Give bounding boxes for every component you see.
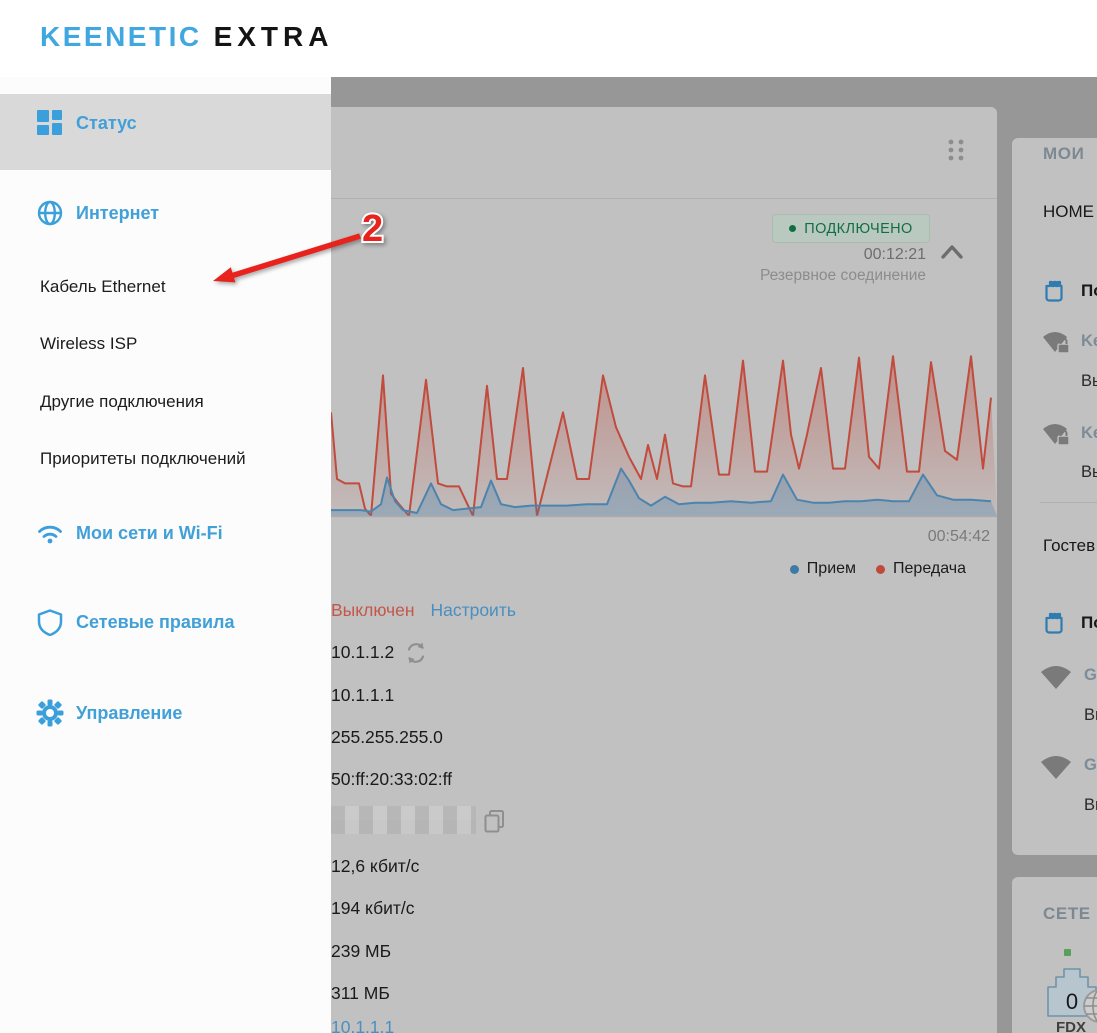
status-badge-label: ПОДКЛЮЧЕНО — [804, 220, 913, 237]
app-header: KEENETIC EXTRA — [0, 0, 1097, 77]
wifi-lock-icon — [1043, 332, 1070, 354]
gear-icon — [36, 699, 64, 727]
uptime-value: 00:12:21 — [863, 246, 926, 263]
home-wifi-ssid-2[interactable]: Ke — [1081, 424, 1097, 443]
home-wifi-ssid-1[interactable]: Ke — [1081, 332, 1097, 351]
ports-card-title: СЕТЕ — [1043, 904, 1091, 923]
mac-address-value: 50:ff:20:33:02:ff — [331, 769, 452, 789]
ethernet-plug-icon — [1045, 612, 1063, 634]
censored-value — [331, 806, 476, 834]
ipv6-status-value: Выключен — [331, 600, 415, 620]
guest-wifi-status-1: Вы — [1084, 706, 1097, 724]
brand-logo: KEENETIC EXTRA — [40, 21, 333, 53]
legend-item-rx: Прием — [789, 560, 857, 578]
legend-item-tx: Передача — [876, 560, 966, 578]
sidebar-item-label: Мои сети и Wi-Fi — [76, 522, 223, 543]
guest-network-name: Гостев — [1043, 536, 1096, 555]
legend-dot-tx-icon — [876, 564, 886, 574]
sidebar-item-label: Приоритеты подключений — [40, 449, 246, 468]
sidebar-item-ethernet-cable[interactable]: Кабель Ethernet — [0, 272, 331, 302]
sidebar-item-label: Другие подключения — [40, 392, 204, 411]
home-network-name: HOME — [1043, 202, 1094, 221]
brand-secondary: EXTRA — [213, 21, 334, 52]
home-wifi-status-1: Вы — [1081, 372, 1097, 390]
my-networks-card — [1012, 138, 1097, 855]
drag-handle-icon[interactable] — [946, 137, 968, 163]
guest-ports-label[interactable]: По — [1081, 613, 1097, 633]
legend-label-rx: Прием — [806, 560, 857, 577]
wifi-icon-solid — [1041, 756, 1071, 779]
chart-legend: Прием Передача — [700, 560, 966, 578]
transmitted-total-value: 311 МБ — [331, 983, 390, 1003]
connection-type-label: Резервное соединение — [760, 267, 926, 284]
guest-wifi-ssid-1[interactable]: Gu — [1084, 666, 1097, 685]
renew-ip-icon[interactable] — [403, 640, 429, 666]
sidebar-item-management[interactable]: Управление — [0, 698, 331, 728]
my-networks-title: МОИ — [1043, 144, 1085, 163]
status-badge: ПОДКЛЮЧЕНО — [772, 214, 930, 243]
router-admin-page: ПОДКЛЮЧЕНО 00:12:21 Резервное соединение… — [0, 0, 1097, 1033]
dns-server-link[interactable]: 10.1.1.1 — [331, 1017, 394, 1033]
guest-wifi-ssid-2[interactable]: Gu — [1084, 756, 1097, 775]
sidebar-item-label: Сетевые правила — [76, 611, 235, 632]
received-total-value: 239 МБ — [331, 941, 392, 961]
sidebar-item-network-rules[interactable]: Сетевые правила — [0, 607, 331, 637]
sidebar-item-internet[interactable]: Интернет — [0, 198, 331, 228]
sidebar-item-connection-priorities[interactable]: Приоритеты подключений — [0, 444, 331, 474]
tx-rate-value: 194 кбит/с — [331, 898, 415, 918]
guest-wifi-status-2: Вы — [1084, 796, 1097, 814]
sidebar-item-wireless-isp[interactable]: Wireless ISP — [0, 329, 331, 359]
brand-primary: KEENETIC — [40, 21, 202, 52]
dashboard-icon — [37, 110, 62, 135]
chart-time-label: 00:54:42 — [927, 528, 990, 545]
ipv6-configure-link[interactable]: Настроить — [430, 600, 516, 620]
wifi-lock-icon — [1043, 424, 1070, 446]
home-wifi-status-2: Вы — [1081, 463, 1097, 481]
rx-rate-value: 12,6 кбит/с — [331, 856, 420, 876]
sidebar-item-my-networks-wifi[interactable]: Мои сети и Wi-Fi — [0, 518, 331, 548]
wifi-icon-solid — [1041, 666, 1071, 689]
copy-icon[interactable] — [482, 808, 506, 834]
sidebar-item-label: Интернет — [76, 202, 160, 223]
home-ports-label[interactable]: По — [1081, 281, 1097, 301]
gateway-value: 10.1.1.1 — [331, 685, 395, 705]
globe-button-icon[interactable] — [1078, 984, 1097, 1030]
sidebar-item-label: Статус — [76, 112, 137, 133]
sidebar-item-label: Управление — [76, 702, 183, 723]
sidebar-item-other-connections[interactable]: Другие подключения — [0, 387, 331, 417]
ip-address-value: 10.1.1.2 — [331, 642, 395, 662]
sidebar-item-status[interactable]: Статус — [0, 108, 331, 138]
ipv6-row: Выключен Настроить — [331, 600, 516, 621]
subnet-mask-value: 255.255.255.0 — [331, 727, 443, 747]
ethernet-plug-icon — [1045, 280, 1063, 302]
collapse-chevron-up-icon[interactable] — [940, 243, 964, 261]
status-dot-icon — [789, 225, 797, 232]
traffic-chart — [331, 355, 997, 518]
networks-divider — [1040, 502, 1097, 503]
sidebar-item-label: Кабель Ethernet — [40, 277, 166, 296]
legend-dot-rx-icon — [789, 564, 799, 574]
sidebar-item-label: Wireless ISP — [40, 334, 138, 353]
shield-icon — [37, 609, 63, 636]
wifi-icon — [38, 525, 62, 544]
port-link-status-dot — [1064, 949, 1071, 956]
sidebar-menu: Статус Интернет Кабель Ethernet Wireless… — [0, 77, 331, 1033]
port-number: 0 — [1066, 989, 1078, 1014]
legend-label-tx: Передача — [893, 560, 966, 577]
globe-icon — [37, 200, 63, 226]
